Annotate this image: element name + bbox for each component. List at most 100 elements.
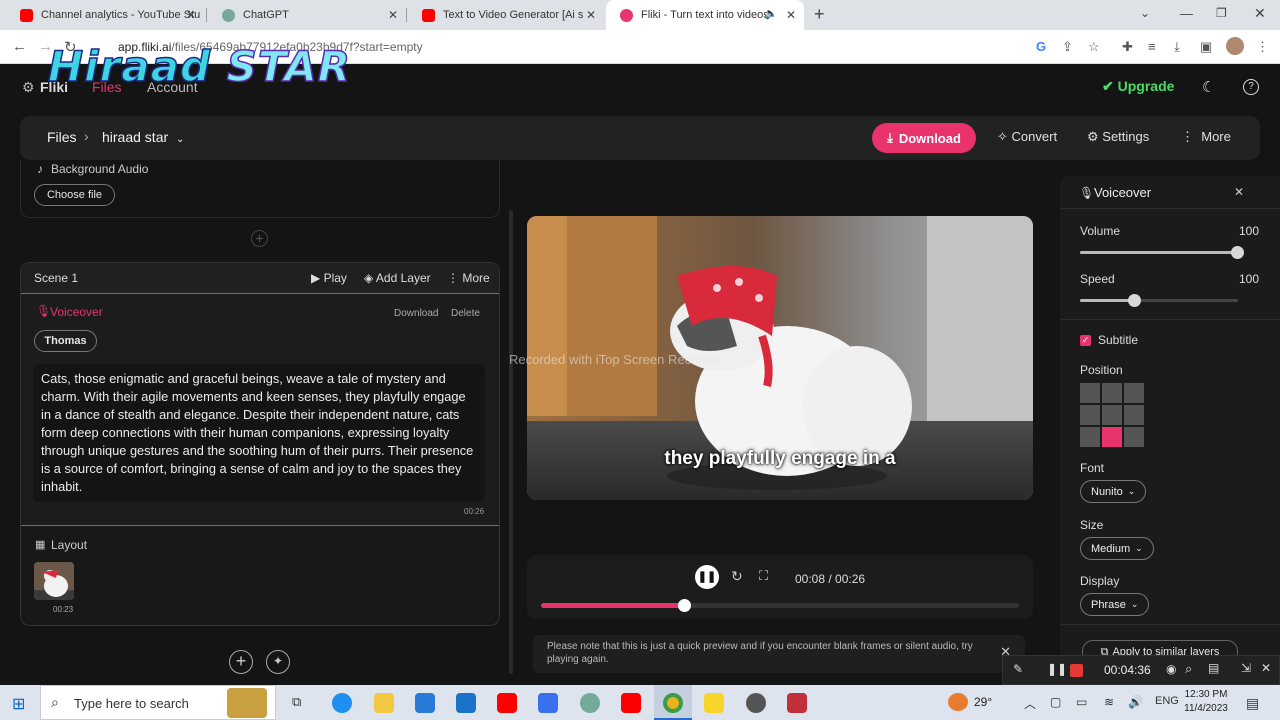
voice-selector[interactable]: Thomas: [34, 330, 97, 352]
help-icon[interactable]: ?: [1243, 79, 1259, 95]
recorder-pause-icon[interactable]: ❚❚: [1047, 662, 1067, 676]
camera-icon[interactable]: ◉: [1166, 662, 1176, 676]
speaker-icon[interactable]: 🔈: [764, 7, 778, 20]
recorder-stop-icon[interactable]: [1070, 664, 1083, 677]
browser-tab[interactable]: Text to Video Generator [Ai se V ✕: [408, 0, 604, 30]
scene-more-button[interactable]: ⋮ More: [447, 271, 490, 285]
zoom-icon[interactable]: ⌕: [1185, 661, 1192, 677]
collapse-icon[interactable]: ⇲: [1241, 661, 1251, 675]
display-dropdown[interactable]: Phrase ⌄: [1080, 593, 1150, 616]
file-explorer-icon[interactable]: [374, 693, 394, 713]
script-textarea[interactable]: Cats, those enigmatic and graceful being…: [33, 364, 485, 502]
position-cell[interactable]: [1080, 383, 1100, 403]
close-tab-icon[interactable]: ✕: [786, 8, 796, 22]
pause-button[interactable]: ❚❚: [695, 565, 719, 589]
extensions-icon[interactable]: ✚: [1122, 39, 1133, 55]
language-indicator[interactable]: ENG: [1155, 695, 1179, 707]
fullscreen-icon[interactable]: ⛶: [759, 568, 768, 584]
magic-add-icon[interactable]: ✦: [266, 650, 290, 674]
task-view-icon[interactable]: ⧉: [292, 694, 301, 710]
breadcrumb-files[interactable]: Files: [47, 129, 77, 145]
panel-close-icon[interactable]: ✕: [1234, 185, 1244, 199]
maximize-icon[interactable]: ❐: [1216, 6, 1227, 20]
moon-icon[interactable]: ☾: [1202, 78, 1215, 96]
downloads-icon[interactable]: ⤓: [1174, 39, 1180, 55]
more-button[interactable]: ⋮ More: [1181, 129, 1231, 145]
voiceover-delete-link[interactable]: Delete: [451, 308, 480, 319]
back-icon[interactable]: ←: [12, 38, 27, 55]
youtube-app-icon[interactable]: [497, 693, 517, 713]
notification-icon[interactable]: ▤: [1246, 695, 1259, 712]
google-icon[interactable]: G: [1036, 39, 1046, 54]
add-scene-icon[interactable]: +: [251, 230, 268, 247]
position-cell[interactable]: [1102, 427, 1122, 447]
store-icon[interactable]: [415, 693, 435, 713]
seek-handle[interactable]: [678, 599, 692, 612]
menu-kebab-icon[interactable]: ⋮: [1256, 39, 1269, 55]
settings-button[interactable]: ⚙ Settings: [1087, 129, 1149, 145]
side-panel-icon[interactable]: ▣: [1200, 39, 1212, 55]
speed-slider[interactable]: [1080, 294, 1238, 307]
add-scene-circle-icon[interactable]: +: [229, 650, 253, 674]
speed-handle[interactable]: [1128, 294, 1142, 307]
position-cell[interactable]: [1102, 383, 1122, 403]
position-cell[interactable]: [1080, 427, 1100, 447]
file-name-dropdown[interactable]: hiraad star ⌄: [102, 129, 184, 145]
browser-tab[interactable]: ChatGPT ✕: [208, 0, 406, 30]
window-close-icon[interactable]: ✕: [1254, 5, 1266, 22]
voiceover-layer[interactable]: 🎙 Voiceover Download Delete Thomas Cats,…: [21, 293, 499, 526]
windows-start-icon[interactable]: ⊞: [12, 694, 25, 714]
tray-app-icon[interactable]: ▢: [1050, 695, 1061, 709]
edge-icon[interactable]: [332, 693, 352, 713]
seek-bar[interactable]: [541, 599, 1019, 612]
wifi-icon[interactable]: ≋: [1104, 695, 1114, 709]
sticky-notes-icon[interactable]: [704, 693, 724, 713]
weather-icon[interactable]: [948, 693, 968, 711]
chatgpt-app-icon[interactable]: [580, 693, 600, 713]
left-panel-scrollbar[interactable]: [509, 210, 513, 674]
layout-thumbnail[interactable]: [34, 562, 74, 600]
chat-icon[interactable]: ▤: [1208, 661, 1219, 675]
position-cell[interactable]: [1124, 383, 1144, 403]
position-cell[interactable]: [1124, 405, 1144, 425]
browser-tab-active[interactable]: Fliki - Turn text into videos 🔈 ✕: [606, 0, 804, 30]
share-icon[interactable]: ⇪: [1062, 39, 1073, 55]
close-tab-icon[interactable]: ✕: [186, 8, 196, 22]
volume-handle[interactable]: [1231, 246, 1244, 259]
profile-avatar[interactable]: [1226, 37, 1244, 55]
voiceover-download-link[interactable]: Download: [394, 308, 438, 319]
chrome-icon[interactable]: [663, 693, 683, 713]
convert-button[interactable]: ✧ Convert: [997, 129, 1057, 145]
font-dropdown[interactable]: Nunito ⌄: [1080, 480, 1147, 503]
close-tab-icon[interactable]: ✕: [388, 8, 398, 22]
itop-recorder-icon[interactable]: [787, 693, 807, 713]
mail-icon[interactable]: [456, 693, 476, 713]
new-tab-icon[interactable]: +: [814, 4, 825, 25]
settings-app-icon[interactable]: [746, 693, 766, 713]
recorder-close-icon[interactable]: ✕: [1261, 661, 1271, 675]
minimize-icon[interactable]: —: [1180, 6, 1193, 21]
position-cell[interactable]: [1102, 405, 1122, 425]
scene-play-button[interactable]: ▶ Play: [311, 271, 347, 285]
close-tab-icon[interactable]: ✕: [586, 8, 596, 22]
subtitle-checkbox[interactable]: ✓: [1080, 335, 1091, 346]
tab-search-icon[interactable]: ⌄: [1140, 6, 1150, 20]
upgrade-button[interactable]: ✔ Upgrade: [1102, 78, 1174, 95]
system-clock[interactable]: 12:30 PM 11/4/2023: [1180, 688, 1232, 716]
position-cell[interactable]: [1080, 405, 1100, 425]
volume-icon[interactable]: 🔊: [1128, 695, 1143, 709]
size-dropdown[interactable]: Medium ⌄: [1080, 537, 1154, 560]
battery-icon[interactable]: ▭: [1076, 695, 1087, 709]
media-icon[interactable]: ≡: [1148, 39, 1156, 54]
app-icon[interactable]: [538, 693, 558, 713]
taskbar-search[interactable]: ⌕ Type here to search: [40, 685, 276, 720]
chevron-up-icon[interactable]: ︿: [1024, 695, 1036, 712]
replay-icon[interactable]: ↻: [731, 568, 743, 585]
volume-slider[interactable]: [1080, 246, 1244, 259]
bookmark-star-icon[interactable]: ☆: [1088, 39, 1100, 55]
position-cell[interactable]: [1124, 427, 1144, 447]
browser-tab[interactable]: Channel analytics - YouTube Stu ✕: [6, 0, 204, 30]
choose-file-button[interactable]: Choose file: [34, 184, 115, 206]
youtube-app-icon[interactable]: [621, 693, 641, 713]
add-layer-button[interactable]: ◈ Add Layer: [364, 271, 431, 285]
